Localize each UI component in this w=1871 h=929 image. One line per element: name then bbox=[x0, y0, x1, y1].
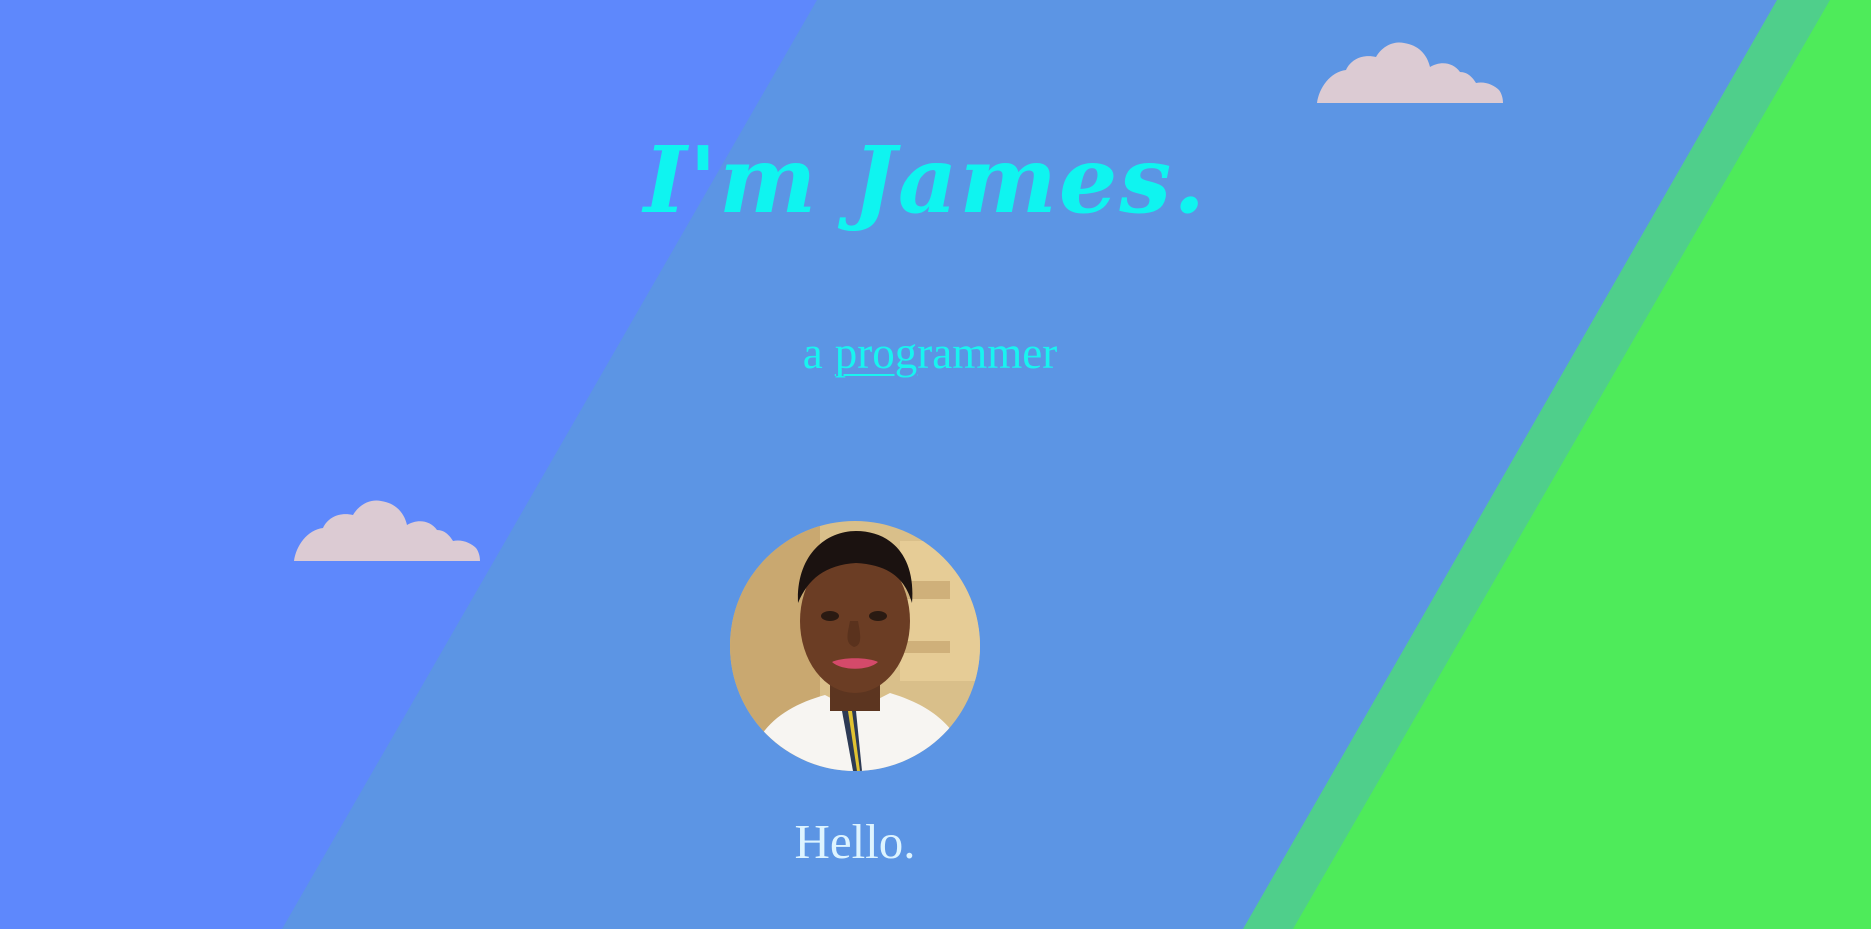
cloud-icon bbox=[294, 500, 480, 561]
page-title: I'm James. bbox=[643, 126, 1208, 234]
subtitle-underlined: prog bbox=[834, 328, 918, 378]
greeting-text: Hello. bbox=[794, 814, 916, 869]
subtitle-prefix: a bbox=[802, 328, 823, 378]
cloud-icon bbox=[1317, 42, 1503, 103]
subtitle-rest: rammer bbox=[917, 328, 1058, 378]
hero-scene: I'm James. a programmer Hello. bbox=[0, 0, 1871, 929]
profile-photo bbox=[730, 521, 980, 771]
page-subtitle: a programmer bbox=[0, 326, 1860, 380]
avatar bbox=[730, 521, 980, 771]
